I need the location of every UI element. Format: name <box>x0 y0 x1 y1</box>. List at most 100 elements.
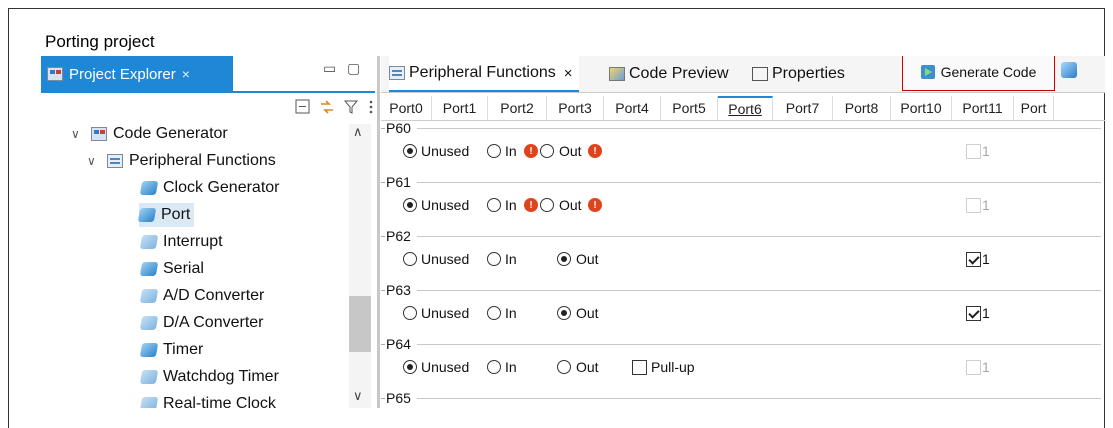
in-radio[interactable] <box>487 306 501 320</box>
tab-peripheral-functions[interactable]: Peripheral Functions × <box>389 56 579 92</box>
explorer-toolbar <box>295 96 375 118</box>
out-radio[interactable] <box>557 306 571 320</box>
warning-icon: ! <box>588 198 602 212</box>
view-menu-icon[interactable] <box>367 99 375 115</box>
scroll-up-icon[interactable]: ∧ <box>353 124 363 140</box>
pullup-checkbox[interactable] <box>632 360 647 375</box>
unused-radio[interactable] <box>403 252 417 266</box>
chevron-down-icon[interactable]: ∨ <box>71 127 85 141</box>
output-value-checkbox[interactable] <box>966 306 981 321</box>
output-value-label: 1 <box>982 305 990 321</box>
port-tab[interactable]: Port <box>1014 96 1054 120</box>
out-label: Out <box>559 197 582 213</box>
generate-code-label: Generate Code <box>940 64 1037 80</box>
tree-item[interactable]: Watchdog Timer <box>139 365 279 389</box>
unused-radio[interactable] <box>403 198 417 212</box>
close-icon[interactable]: × <box>182 66 190 82</box>
in-radio[interactable] <box>487 360 501 374</box>
properties-icon <box>752 67 768 81</box>
port-tab[interactable]: Port4 <box>604 96 661 120</box>
tree-item[interactable]: A/D Converter <box>139 284 265 308</box>
tab-label: Code Preview <box>629 65 729 82</box>
tree-item-label: Timer <box>163 341 204 358</box>
out-label: Out <box>576 359 599 375</box>
in-radio[interactable] <box>487 144 501 158</box>
tree-item-label: Code Generator <box>113 125 228 142</box>
in-radio[interactable] <box>487 198 501 212</box>
editor-panel: Peripheral Functions × Code Preview Prop… <box>381 56 1105 408</box>
unused-radio[interactable] <box>403 144 417 158</box>
pin-group-title: P64 <box>381 336 411 352</box>
tab-properties[interactable]: Properties <box>752 56 845 92</box>
output-value-checkbox <box>966 360 981 375</box>
scrollbar-thumb[interactable] <box>349 296 371 352</box>
port-tab[interactable]: Port8 <box>833 96 891 120</box>
port-tab-bar: Port0 Port1 Port2 Port3 Port4 Port5 Port6 Port7… <box>381 96 1105 121</box>
port-tab[interactable]: Port3 <box>547 96 604 120</box>
tree-item[interactable]: Interrupt <box>139 230 223 254</box>
warning-icon: ! <box>524 144 538 158</box>
in-label: In <box>505 359 517 375</box>
port-tab[interactable]: Port6 <box>718 96 773 120</box>
tree-item-label: D/A Converter <box>163 314 264 331</box>
tree-item[interactable]: Port <box>137 203 195 227</box>
minimize-icon[interactable]: ▭ <box>323 60 336 77</box>
tree-item[interactable]: ∨ Peripheral Functions <box>87 149 276 173</box>
port-tab[interactable]: Port0 <box>381 96 432 120</box>
group-border <box>417 344 1101 345</box>
port-tab[interactable]: Port1 <box>432 96 488 120</box>
scroll-down-icon[interactable]: ∨ <box>353 388 363 404</box>
out-radio[interactable] <box>540 198 554 212</box>
group-border <box>417 398 1101 399</box>
port-tab[interactable]: Port5 <box>661 96 718 120</box>
collapse-all-icon[interactable] <box>295 99 311 115</box>
unused-radio[interactable] <box>403 360 417 374</box>
out-radio[interactable] <box>557 360 571 374</box>
component-inactive-icon <box>139 316 159 330</box>
component-icon <box>139 343 159 357</box>
out-radio[interactable] <box>540 144 554 158</box>
port-tab[interactable]: Port7 <box>773 96 833 120</box>
tree-item-label: Real-time Clock <box>163 395 276 408</box>
panel-divider[interactable] <box>377 56 380 408</box>
link-editor-icon[interactable] <box>319 99 335 115</box>
filter-icon[interactable] <box>343 99 359 115</box>
pin-group-title: P62 <box>381 228 411 244</box>
tree-item-label: A/D Converter <box>163 287 265 304</box>
tree-item[interactable]: ∨ Code Generator <box>71 122 228 146</box>
project-explorer-tab-label: Project Explorer <box>69 65 176 83</box>
out-radio[interactable] <box>557 252 571 266</box>
vertical-scrollbar[interactable] <box>349 124 371 408</box>
tree-item[interactable]: Timer <box>139 338 204 362</box>
port-tab[interactable]: Port10 <box>891 96 952 120</box>
chevron-down-icon[interactable]: ∨ <box>87 154 101 168</box>
output-value-label: 1 <box>982 359 990 375</box>
code-preview-icon <box>609 67 625 81</box>
pullup-label: Pull-up <box>651 359 695 375</box>
tree-item[interactable]: D/A Converter <box>139 311 264 335</box>
in-label: In <box>505 197 517 213</box>
unused-label: Unused <box>421 305 470 321</box>
pin-row: Unused In Out 1 <box>381 250 1105 270</box>
tree-item[interactable]: Real-time Clock <box>139 392 276 408</box>
in-radio[interactable] <box>487 252 501 266</box>
project-explorer-tab[interactable]: Project Explorer × <box>41 56 233 92</box>
unused-label: Unused <box>421 143 470 159</box>
tree-item[interactable]: Serial <box>139 257 204 281</box>
output-value-checkbox[interactable] <box>966 252 981 267</box>
tree-item-label: Clock Generator <box>163 179 280 196</box>
unused-radio[interactable] <box>403 306 417 320</box>
tree-item-label: Port <box>161 206 191 223</box>
tab-code-preview[interactable]: Code Preview <box>609 56 729 92</box>
pin-row: Unused In Out Pull-up 1 <box>381 358 1105 378</box>
unused-label: Unused <box>421 197 470 213</box>
port-tab[interactable]: Port2 <box>488 96 547 120</box>
generate-code-button[interactable]: Generate Code <box>902 56 1055 91</box>
maximize-icon[interactable]: ▢ <box>347 60 360 77</box>
close-icon[interactable]: × <box>564 65 573 82</box>
tree-item-label: Watchdog Timer <box>163 368 279 385</box>
tree-item[interactable]: Clock Generator <box>139 176 280 200</box>
component-inactive-icon <box>139 370 159 384</box>
toolbar-icon[interactable] <box>1061 62 1077 78</box>
port-tab[interactable]: Port11 <box>952 96 1014 120</box>
